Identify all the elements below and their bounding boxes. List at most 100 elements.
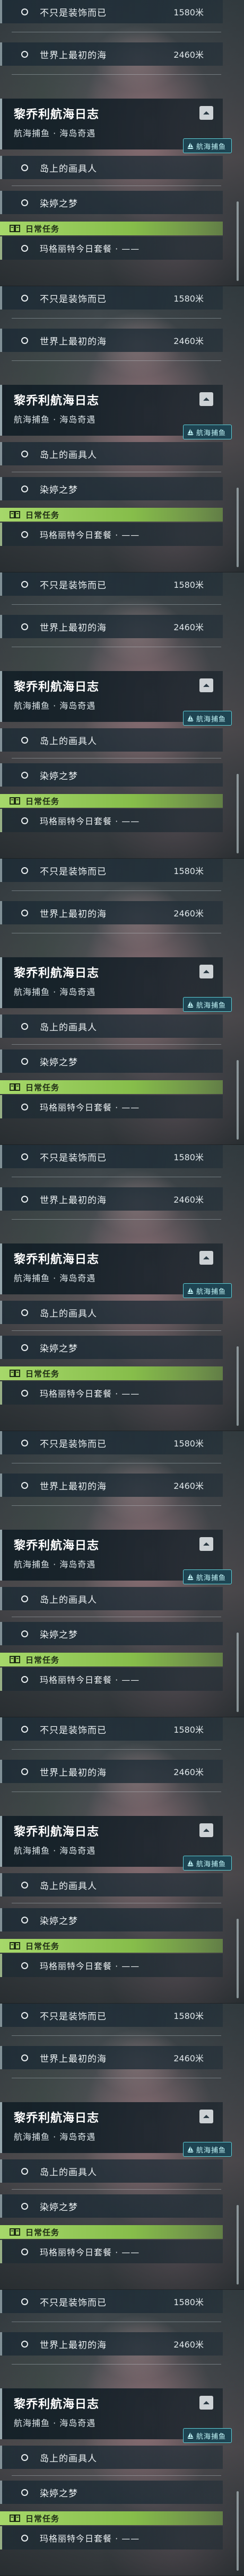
quest-step-row[interactable]: 染婷之梦: [0, 2481, 223, 2504]
radio-circle-icon: [21, 2534, 28, 2542]
daily-quest-header[interactable]: 日常任务: [0, 2225, 223, 2239]
quest-row[interactable]: 不只是装饰而已 1580米: [0, 286, 223, 310]
daily-quest-header[interactable]: 日常任务: [0, 1653, 223, 1666]
daily-quest-row[interactable]: 玛格丽特今日套餐 · ——: [0, 1954, 223, 1977]
book-icon: [10, 225, 20, 232]
quest-step-row[interactable]: 岛上的画具人: [0, 1301, 223, 1324]
quest-category-tag: 航海捕鱼: [183, 138, 232, 153]
quest-step-row[interactable]: 岛上的画具人: [0, 442, 223, 465]
divider: [12, 1505, 221, 1506]
quest-row[interactable]: 世界上最初的海 2460米: [0, 615, 223, 638]
quest-row[interactable]: 不只是装饰而已 1580米: [0, 572, 223, 596]
quest-step-row[interactable]: 岛上的画具人: [0, 1587, 223, 1610]
quest-row[interactable]: 不只是装饰而已 1580米: [0, 859, 223, 882]
radio-circle-icon: [21, 1881, 28, 1889]
quest-row[interactable]: 世界上最初的海 2460米: [0, 1474, 223, 1497]
quest-tracker-frame: 不只是装饰而已 1580米 世界上最初的海 2460米 黎乔利航海日志 航海捕鱼…: [0, 286, 244, 572]
quest-step-row[interactable]: 岛上的画具人: [0, 728, 223, 752]
radio-circle-icon: [21, 580, 28, 588]
daily-quest-row[interactable]: 玛格丽特今日套餐 · ——: [0, 2240, 223, 2263]
quest-step-label: 染婷之梦: [40, 2202, 78, 2213]
daily-quest-row[interactable]: 玛格丽特今日套餐 · ——: [0, 1668, 223, 1691]
quest-row[interactable]: 不只是装饰而已 1580米: [0, 1145, 223, 1168]
scrollbar[interactable]: [237, 774, 239, 853]
quest-category-tag: 航海捕鱼: [183, 711, 232, 726]
scrollbar[interactable]: [237, 2491, 239, 2571]
tag-label: 航海捕鱼: [196, 1860, 226, 1868]
daily-quest-row[interactable]: 玛格丽特今日套餐 · ——: [0, 236, 223, 260]
chevron-up-icon[interactable]: [199, 2396, 213, 2410]
chevron-up-icon[interactable]: [199, 678, 213, 692]
daily-quest-header[interactable]: 日常任务: [0, 508, 223, 522]
scrollbar[interactable]: [237, 488, 239, 567]
chevron-up-icon[interactable]: [199, 2110, 213, 2123]
sailboat-icon: [187, 1287, 194, 1294]
quest-step-row[interactable]: 岛上的画具人: [0, 156, 223, 179]
quest-row[interactable]: 不只是装饰而已 1580米: [0, 2290, 223, 2313]
quest-step-row[interactable]: 染婷之梦: [0, 1908, 223, 1931]
quest-row[interactable]: 不只是装饰而已 1580米: [0, 1431, 223, 1454]
book-icon: [10, 511, 20, 518]
quest-step-row[interactable]: 染婷之梦: [0, 1049, 223, 1073]
radio-circle-icon: [21, 1768, 28, 1775]
daily-quest-item: 玛格丽特今日套餐 · ——: [40, 244, 140, 254]
daily-quest-row[interactable]: 玛格丽特今日套餐 · ——: [0, 1095, 223, 1118]
quest-title: 黎乔利航海日志: [14, 2398, 100, 2411]
scrollbar[interactable]: [237, 2205, 239, 2284]
daily-quest-label: 日常任务: [25, 2513, 60, 2524]
quest-row[interactable]: 世界上最初的海 2460米: [0, 329, 223, 352]
quest-distance: 1580米: [173, 580, 204, 590]
daily-quest-header[interactable]: 日常任务: [0, 1366, 223, 1380]
scrollbar[interactable]: [237, 1633, 239, 1712]
scrollbar[interactable]: [237, 201, 239, 281]
quest-step-row[interactable]: 染婷之梦: [0, 477, 223, 500]
quest-step-row[interactable]: 染婷之梦: [0, 763, 223, 787]
quest-step-label: 岛上的画具人: [40, 736, 97, 747]
quest-step-row[interactable]: 岛上的画具人: [0, 1873, 223, 1896]
quest-step-label: 染婷之梦: [40, 1916, 78, 1927]
quest-step-label: 染婷之梦: [40, 1343, 78, 1354]
quest-subtitle: 航海捕鱼 · 海岛奇遇: [14, 2418, 96, 2428]
chevron-up-icon[interactable]: [199, 1537, 213, 1551]
quest-subtitle: 航海捕鱼 · 海岛奇遇: [14, 2132, 96, 2142]
daily-quest-row[interactable]: 玛格丽特今日套餐 · ——: [0, 2526, 223, 2549]
quest-row[interactable]: 不只是装饰而已 1580米: [0, 2004, 223, 2027]
daily-quest-header[interactable]: 日常任务: [0, 1080, 223, 1094]
quest-row[interactable]: 世界上最初的海 2460米: [0, 1760, 223, 1783]
quest-row[interactable]: 不只是装饰而已 1580米: [0, 0, 223, 23]
chevron-up-icon[interactable]: [199, 1823, 213, 1837]
quest-step-row[interactable]: 染婷之梦: [0, 1336, 223, 1359]
scrollbar[interactable]: [237, 1919, 239, 1998]
quest-title: 黎乔利航海日志: [14, 2112, 100, 2125]
quest-row[interactable]: 世界上最初的海 2460米: [0, 1187, 223, 1211]
chevron-up-icon[interactable]: [199, 392, 213, 406]
scrollbar[interactable]: [237, 1060, 239, 1140]
quest-row[interactable]: 不只是装饰而已 1580米: [0, 1717, 223, 1741]
quest-step-row[interactable]: 染婷之梦: [0, 1622, 223, 1645]
daily-quest-header[interactable]: 日常任务: [0, 1939, 223, 1953]
quest-row[interactable]: 世界上最初的海 2460米: [0, 2332, 223, 2356]
quest-label: 不只是装饰而已: [40, 1439, 107, 1450]
daily-quest-header[interactable]: 日常任务: [0, 794, 223, 808]
quest-row[interactable]: 世界上最初的海 2460米: [0, 42, 223, 66]
quest-tracker-frame: 不只是装饰而已 1580米 世界上最初的海 2460米 黎乔利航海日志 航海捕鱼…: [0, 1145, 244, 1431]
scrollbar[interactable]: [237, 1346, 239, 1426]
daily-quest-header[interactable]: 日常任务: [0, 222, 223, 235]
chevron-up-icon[interactable]: [199, 1251, 213, 1265]
quest-step-row[interactable]: 岛上的画具人: [0, 2159, 223, 2183]
quest-row[interactable]: 世界上最初的海 2460米: [0, 2046, 223, 2069]
book-icon: [10, 2228, 20, 2236]
daily-quest-row[interactable]: 玛格丽特今日套餐 · ——: [0, 1381, 223, 1405]
chevron-up-icon[interactable]: [199, 965, 213, 978]
quest-step-row[interactable]: 染婷之梦: [0, 191, 223, 214]
quest-step-row[interactable]: 岛上的画具人: [0, 1014, 223, 1038]
daily-quest-row[interactable]: 玛格丽特今日套餐 · ——: [0, 523, 223, 546]
quest-title: 黎乔利航海日志: [14, 681, 100, 694]
quest-step-row[interactable]: 染婷之梦: [0, 2194, 223, 2218]
daily-quest-header[interactable]: 日常任务: [0, 2511, 223, 2525]
quest-category-tag: 航海捕鱼: [183, 1569, 232, 1584]
chevron-up-icon[interactable]: [199, 106, 213, 120]
daily-quest-row[interactable]: 玛格丽特今日套餐 · ——: [0, 809, 223, 832]
quest-row[interactable]: 世界上最初的海 2460米: [0, 901, 223, 924]
quest-step-row[interactable]: 岛上的画具人: [0, 2446, 223, 2469]
